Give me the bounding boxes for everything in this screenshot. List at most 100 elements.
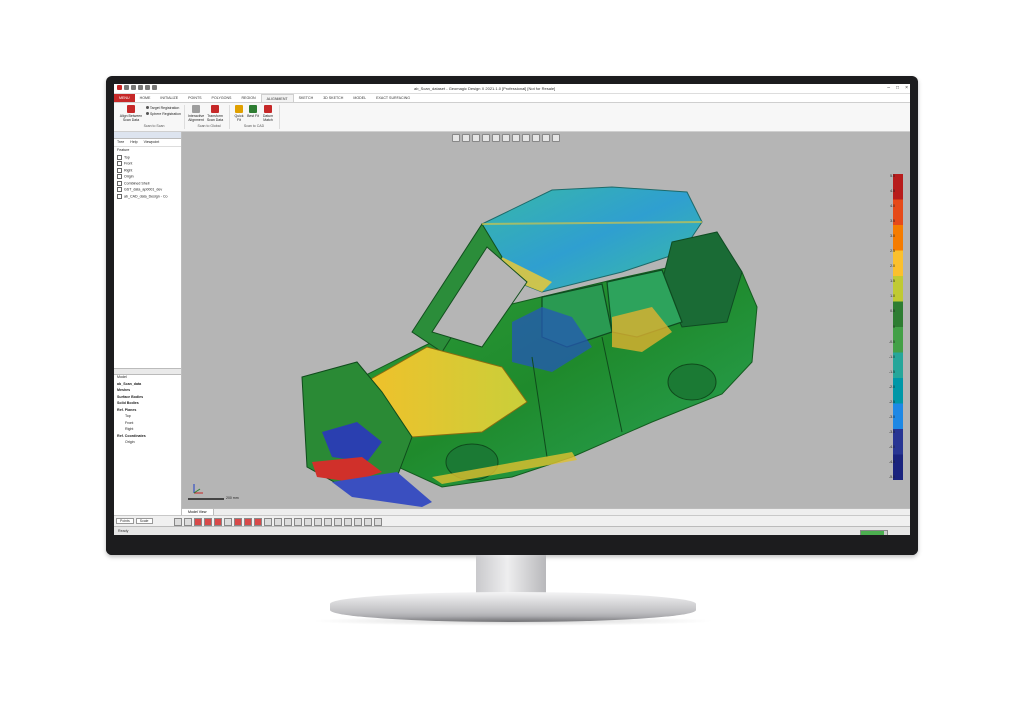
status-text: Ready xyxy=(118,529,129,533)
redo-icon[interactable] xyxy=(152,85,157,90)
cad-icon xyxy=(117,193,122,199)
scale-label: 200 mm xyxy=(226,496,239,500)
target-icon xyxy=(146,106,149,109)
bottom-tool-icons xyxy=(174,518,382,526)
color-bar-tick-label: -4.0 xyxy=(888,444,895,449)
tab-region[interactable]: REGION xyxy=(236,94,260,102)
tab-exact-surfacing[interactable]: EXACT SURFACING xyxy=(371,94,415,102)
color-bar-tick-label: -2.5 xyxy=(888,399,895,404)
color-bar-tick-label: 1.0 xyxy=(890,294,895,299)
tab-alignment[interactable]: ALIGNMENT xyxy=(260,94,294,102)
view-right-icon[interactable] xyxy=(294,518,302,526)
rear-wheel-arch xyxy=(667,363,717,401)
align-icon xyxy=(127,105,135,113)
filter-sketch-icon[interactable] xyxy=(244,518,252,526)
filter-body-icon[interactable] xyxy=(234,518,242,526)
target-registration-button[interactable]: Target Registration xyxy=(146,106,179,110)
tab-3d-sketch[interactable]: 3D SKETCH xyxy=(318,94,348,102)
model-viewport[interactable]: 200 mm 5.0 4.5 4.0 3.5 3.0 2.5 2.0 1.5 1.0 0.5 0 -0… xyxy=(182,132,910,508)
scale-bar xyxy=(188,498,224,500)
align-between-scan-data-button[interactable]: Align Between Scan Data xyxy=(118,105,144,122)
tab-home[interactable]: HOME xyxy=(135,94,156,102)
select-mode-icon[interactable] xyxy=(174,518,182,526)
color-bar-tick-label: 0.5 xyxy=(890,309,895,314)
ribbon-panel: Align Between Scan Data Target Registrat… xyxy=(114,103,910,132)
car-body-deviation-map xyxy=(301,186,758,507)
new-file-icon[interactable] xyxy=(124,85,129,90)
view-iso-icon[interactable] xyxy=(324,518,332,526)
tree-item[interactable]: Origin xyxy=(117,440,184,447)
tab-viewpoint[interactable]: Viewpoint xyxy=(144,140,160,145)
filter-face-icon[interactable] xyxy=(214,518,222,526)
filter-edge-icon[interactable] xyxy=(224,518,232,526)
tree-item[interactable]: ab_CAD_data_Design - Co xyxy=(117,193,178,201)
filter-point-icon[interactable] xyxy=(194,518,202,526)
sphere-registration-button[interactable]: Sphere Registration xyxy=(146,112,181,116)
minimize-button[interactable]: – xyxy=(887,85,890,91)
view-left-icon[interactable] xyxy=(284,518,292,526)
app-logo-icon[interactable] xyxy=(117,85,122,90)
group-label-scan-to-cad: Scan to CAD xyxy=(243,124,265,128)
plane-icon xyxy=(117,167,122,173)
best-fit-icon xyxy=(249,105,257,113)
lighting-icon[interactable] xyxy=(364,518,372,526)
group-label-scan-to-scan: Scan to Scan xyxy=(143,124,165,128)
filter-poly-icon[interactable] xyxy=(204,518,212,526)
tab-points[interactable]: POINTS xyxy=(183,94,206,102)
tab-polygons[interactable]: POLYGONS xyxy=(207,94,237,102)
tab-initialize[interactable]: INITIALIZE xyxy=(155,94,183,102)
view-bottom-icon[interactable] xyxy=(314,518,322,526)
title-bar: ab_Scan_dataset - Geomagic Design X 2021… xyxy=(114,84,910,94)
filter-ref-icon[interactable] xyxy=(254,518,262,526)
best-fit-button[interactable]: Best Fit xyxy=(247,105,259,118)
color-bar-tick-label: 3.0 xyxy=(890,234,895,239)
selection-mode-field[interactable]: Points xyxy=(116,518,134,524)
transform-icon xyxy=(211,105,219,113)
view-top-icon[interactable] xyxy=(304,518,312,526)
scale-field[interactable]: Scale xyxy=(135,518,153,524)
plane-icon xyxy=(117,154,122,160)
transform-scan-data-button[interactable]: Transform Scan Data xyxy=(206,105,224,122)
tab-menu[interactable]: MENU xyxy=(114,94,135,102)
tab-model[interactable]: MODEL xyxy=(348,94,371,102)
stand-shadow xyxy=(310,616,716,626)
open-file-icon[interactable] xyxy=(131,85,136,90)
texture-icon[interactable] xyxy=(354,518,362,526)
color-bar-tick-label: -3.0 xyxy=(888,414,895,419)
datum-match-button[interactable]: Datum Match xyxy=(261,105,275,122)
lasso-icon[interactable] xyxy=(184,518,192,526)
color-bar-labels: 5.0 4.5 4.0 3.5 3.0 2.5 2.0 1.5 1.0 0.5 0 -0.5 -1.0 -… xyxy=(885,174,895,480)
wireframe-icon[interactable] xyxy=(344,518,352,526)
tab-sketch[interactable]: SKETCH xyxy=(294,94,319,102)
shading-icon[interactable] xyxy=(334,518,342,526)
color-bar-tick-label: 2.5 xyxy=(890,249,895,254)
save-icon[interactable] xyxy=(138,85,143,90)
tab-tree[interactable]: Tree xyxy=(117,140,124,145)
mesh-icon xyxy=(117,187,122,192)
monitor-frame: ab_Scan_dataset - Geomagic Design X 2021… xyxy=(106,76,918,555)
panel-tabs: Tree Help Viewpoint xyxy=(114,139,181,147)
color-bar-tick-label: -5.0 xyxy=(888,475,895,479)
ribbon-tabs: MENU HOME INITIALIZE POINTS POLYGONS REG… xyxy=(114,94,910,103)
datum-icon xyxy=(264,105,272,113)
view-front-icon[interactable] xyxy=(264,518,272,526)
tab-help[interactable]: Help xyxy=(130,140,137,145)
color-bar-tick-label: -1.0 xyxy=(888,354,895,359)
view-back-icon[interactable] xyxy=(274,518,282,526)
undo-icon[interactable] xyxy=(145,85,150,90)
sphere-icon xyxy=(146,112,149,115)
color-bar-tick-label: 2.0 xyxy=(890,264,895,269)
color-bar-tick-label: -0.5 xyxy=(888,339,895,344)
transparency-icon[interactable] xyxy=(374,518,382,526)
quick-fit-button[interactable]: Quick Fit xyxy=(233,105,245,122)
bottom-toolbar: Points Scale xyxy=(114,515,910,526)
close-button[interactable]: × xyxy=(905,85,908,91)
color-bar-tick-label: 4.5 xyxy=(890,189,895,194)
maximize-button[interactable]: □ xyxy=(896,85,899,91)
origin-icon xyxy=(117,174,122,179)
window-title: ab_Scan_dataset - Geomagic Design X 2021… xyxy=(414,86,556,91)
interactive-alignment-button[interactable]: Interactive Alignment xyxy=(188,105,204,122)
color-bar-tick-label: -1.5 xyxy=(888,369,895,374)
interactive-icon xyxy=(192,105,200,113)
color-bar-tick-label: -3.5 xyxy=(888,429,895,434)
